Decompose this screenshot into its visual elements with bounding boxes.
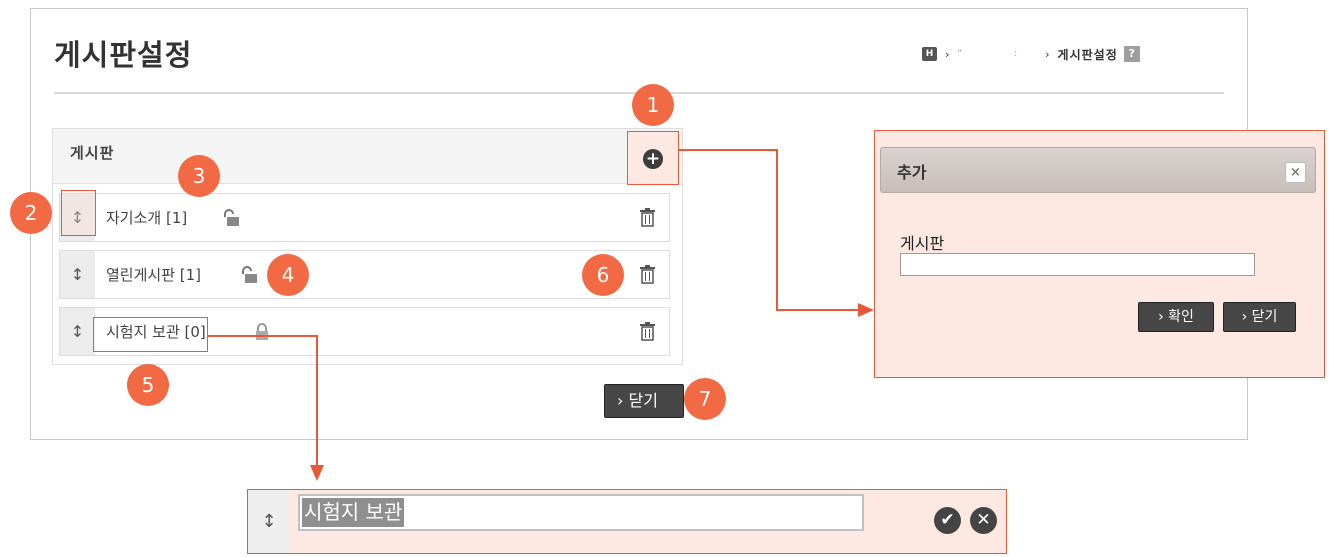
connector-line: [208, 335, 318, 337]
breadcrumb-item[interactable]: “: [957, 49, 962, 59]
add-board-button[interactable]: +: [627, 131, 679, 185]
confirm-icon[interactable]: ✔: [934, 507, 961, 534]
breadcrumb-item[interactable]: :: [1014, 49, 1017, 59]
callout-badge: 1: [632, 84, 674, 126]
help-icon[interactable]: ?: [1123, 46, 1140, 62]
breadcrumb: H › “ : › 게시판설정 ?: [922, 45, 1140, 63]
board-name-label: 게시판: [900, 234, 945, 253]
close-icon[interactable]: ×: [1285, 162, 1306, 183]
callout-badge: 3: [178, 155, 220, 197]
breadcrumb-current: 게시판설정: [1057, 47, 1118, 62]
dialog-header[interactable]: [880, 147, 1316, 193]
plus-icon: +: [643, 149, 663, 169]
unlocked-icon[interactable]: [241, 266, 259, 284]
drag-handle-icon[interactable]: ↕: [60, 251, 95, 298]
arrow-right-icon: [858, 303, 874, 317]
callout-badge: 7: [684, 378, 726, 420]
board-name-highlight: [93, 317, 208, 352]
connector-line: [776, 149, 778, 311]
connector-line: [776, 309, 860, 311]
callout-badge: 6: [582, 254, 624, 296]
cancel-icon[interactable]: ✕: [970, 507, 997, 534]
board-name[interactable]: 열린게시판 [1]: [106, 264, 201, 285]
drag-handle-icon[interactable]: ↕: [60, 308, 95, 355]
home-icon[interactable]: H: [922, 47, 937, 61]
board-name[interactable]: 자기소개 [1]: [106, 207, 187, 228]
unlocked-icon[interactable]: [223, 209, 241, 227]
breadcrumb-separator: ›: [945, 47, 950, 61]
dialog-close-button[interactable]: › 닫기: [1223, 302, 1296, 332]
trash-icon[interactable]: [639, 207, 656, 227]
board-list-header: [53, 129, 682, 184]
connector-line: [679, 149, 778, 151]
dialog-title: 추가: [897, 163, 927, 182]
selected-text[interactable]: 시험지 보관: [302, 498, 405, 527]
drag-handle-icon[interactable]: ↕: [248, 490, 290, 553]
connector-line: [316, 335, 318, 467]
board-row[interactable]: ↕ 열린게시판 [1]: [59, 250, 670, 299]
page-title: 게시판설정: [54, 38, 193, 72]
lock-icon[interactable]: [253, 323, 271, 341]
confirm-button[interactable]: › 확인: [1138, 302, 1214, 332]
close-button[interactable]: › 닫기: [604, 384, 684, 418]
board-name-field[interactable]: [900, 253, 1255, 276]
arrow-down-icon: [310, 465, 324, 481]
callout-badge: 2: [10, 192, 52, 234]
callout-badge: 5: [127, 364, 169, 406]
trash-icon[interactable]: [639, 264, 656, 284]
trash-icon[interactable]: [639, 321, 656, 341]
breadcrumb-separator: ›: [1045, 47, 1050, 61]
board-list-header-label: 게시판: [70, 144, 115, 162]
board-row[interactable]: ↕ 자기소개 [1]: [59, 193, 670, 242]
drag-handle-highlight: [61, 190, 96, 236]
callout-badge: 4: [267, 254, 309, 296]
